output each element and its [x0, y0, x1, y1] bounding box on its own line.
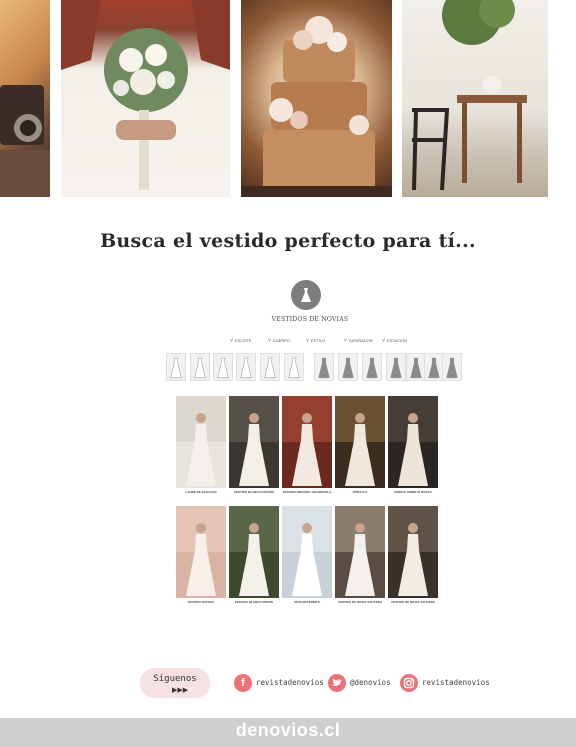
filter-estilo[interactable]: ˅ ESTILO — [306, 338, 325, 344]
silhouette-thumb[interactable] — [314, 353, 334, 381]
facebook-handle: revistadenovios — [256, 678, 324, 687]
filter-disenador[interactable]: ˅ DISEÑADOR — [344, 338, 373, 344]
instagram-icon — [400, 674, 418, 692]
dress-silhouette-icon — [446, 357, 458, 379]
filter-escote[interactable]: ˅ ESCOTE — [230, 338, 251, 344]
instagram-handle: revistadenovios — [422, 678, 490, 687]
dress-photo — [388, 396, 438, 488]
dress-name: VESTIDO BLANCO MONTE — [234, 600, 274, 604]
filter-cuerpo[interactable]: ˅ CUERPO — [268, 338, 290, 344]
twitter-handle: @denovios — [350, 678, 391, 687]
silhouette-thumb[interactable] — [213, 353, 233, 381]
dress-photo — [335, 396, 385, 488]
bouquet-illustration — [61, 0, 230, 190]
dress-card[interactable]: VESTIDO BLANCO MONTE — [229, 506, 279, 604]
dress-silhouette-icon — [428, 357, 440, 379]
dress-name: PITRALEY — [352, 490, 368, 494]
silhouette-thumb[interactable] — [386, 353, 406, 381]
photo-cake — [241, 0, 392, 197]
dress-photo — [176, 396, 226, 488]
chevron-down-icon: ˅ — [382, 338, 385, 344]
dress-photo — [282, 396, 332, 488]
cake-illustration — [241, 16, 392, 197]
photo-table — [402, 0, 548, 197]
silhouette-thumb[interactable] — [362, 353, 382, 381]
dress-card[interactable]: VESTIDO ROSARIO VALENZUELA — [282, 396, 332, 494]
footer-brand[interactable]: denovios.cl — [0, 720, 576, 741]
dress-silhouette-icon — [264, 357, 276, 379]
photo-bouquet — [61, 0, 230, 197]
chevron-down-icon: ˅ — [306, 338, 309, 344]
dress-silhouette-icon — [194, 357, 206, 379]
dress-name: VESTIDO NATIVAS — [187, 600, 215, 604]
dress-name: VESTIDO ROSARIO VALENZUELA — [282, 490, 332, 494]
dress-silhouette-icon — [240, 357, 252, 379]
dress-silhouette-icon — [170, 357, 182, 379]
silhouette-thumb[interactable] — [284, 353, 304, 381]
dress-photo — [388, 506, 438, 598]
dress-card[interactable]: VESTIDO BLANCO ESTAÑO — [229, 396, 279, 494]
dress-name: VESTIDO BLANCO ESTAÑO — [234, 490, 274, 494]
dress-card[interactable]: LAURE DE SAGAZAN — [176, 396, 226, 494]
silhouette-thumb[interactable] — [424, 353, 444, 381]
camera-illustration — [0, 85, 50, 197]
silhouette-thumb[interactable] — [406, 353, 426, 381]
facebook-icon: f — [234, 674, 252, 692]
dress-card[interactable]: VESTIDO DE NOVIA SAUCEDA — [335, 506, 385, 604]
silhouette-row — [166, 353, 462, 383]
dress-card[interactable]: ENRICO CERRUTI ROSAS — [388, 396, 438, 494]
dress-card[interactable]: VESTIDO DE NOVIA SAUCEDA — [388, 506, 438, 604]
silhouette-thumb[interactable] — [260, 353, 280, 381]
dress-photo — [282, 506, 332, 598]
dress-name: LAURE DE SAGAZAN — [185, 490, 217, 494]
dress-silhouette-icon — [410, 357, 422, 379]
dress-photo — [229, 396, 279, 488]
dress-silhouette-icon — [366, 357, 378, 379]
silhouette-thumb[interactable] — [166, 353, 186, 381]
follow-arrows: ▶▶▶ — [172, 687, 189, 694]
dress-name: ENRICO CERRUTI ROSAS — [394, 490, 432, 494]
filter-estacion[interactable]: ˅ ESTACION — [382, 338, 407, 344]
filter-bar: ˅ ESCOTE ˅ CUERPO ˅ ESTILO ˅ DISEÑADOR ˅ ESTA… — [230, 338, 407, 348]
follow-label: Síguenos — [153, 674, 197, 684]
dress-logo-icon — [291, 280, 321, 310]
silhouette-thumb[interactable] — [236, 353, 256, 381]
dress-name: MIYE MATERNITÉ — [294, 600, 320, 604]
catalog-panel: VESTIDOS DE NOVIAS ˅ ESCOTE ˅ CUERPO ˅ ESTI… — [160, 265, 462, 625]
dress-card[interactable]: VESTIDO NATIVAS — [176, 506, 226, 604]
chevron-down-icon: ˅ — [344, 338, 347, 344]
dress-silhouette-icon — [342, 357, 354, 379]
dress-silhouette-icon — [217, 357, 229, 379]
silhouette-thumb[interactable] — [190, 353, 210, 381]
dress-card[interactable]: MIYE MATERNITÉ — [282, 506, 332, 604]
silhouette-thumb[interactable] — [338, 353, 358, 381]
chevron-down-icon: ˅ — [268, 338, 271, 344]
dress-card[interactable]: PITRALEY — [335, 396, 385, 494]
catalog-heading: VESTIDOS DE NOVIAS — [271, 316, 349, 323]
silhouette-thumb[interactable] — [442, 353, 462, 381]
dress-name: VESTIDO DE NOVIA SAUCEDA — [337, 600, 383, 604]
dress-photo — [229, 506, 279, 598]
dress-silhouette-icon — [390, 357, 402, 379]
dress-name: VESTIDO DE NOVIA SAUCEDA — [390, 600, 436, 604]
dress-silhouette-icon — [318, 357, 330, 379]
table-illustration — [412, 0, 527, 191]
chevron-down-icon: ˅ — [230, 338, 233, 344]
dress-photo — [176, 506, 226, 598]
twitter-icon — [328, 674, 346, 692]
dress-photo — [335, 506, 385, 598]
photo-camera — [0, 0, 50, 197]
section-title: Busca el vestido perfecto para tí... — [100, 230, 476, 252]
dress-silhouette-icon — [288, 357, 300, 379]
